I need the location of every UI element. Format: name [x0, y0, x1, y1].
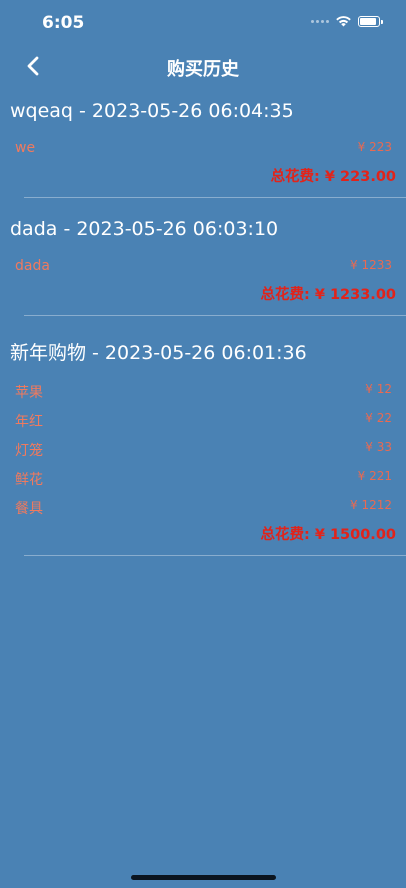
order-item: 鲜花 ¥ 221 — [0, 463, 406, 492]
order-total: 总花费: ¥ 1233.00 — [260, 287, 396, 303]
status-time: 6:05 — [42, 13, 85, 33]
item-name: dada — [15, 258, 50, 274]
status-bar: 6:05 — [0, 0, 406, 44]
order-item: we ¥ 223 — [0, 134, 406, 163]
item-name: we — [15, 140, 36, 156]
item-price: ¥ 22 — [365, 411, 392, 425]
order-total: 总花费: ¥ 223.00 — [270, 169, 396, 185]
divider — [24, 197, 406, 198]
battery-icon — [358, 15, 383, 27]
order-item: 灯笼 ¥ 33 — [0, 434, 406, 463]
order-header: dada - 2023-05-26 06:03:10 — [10, 218, 279, 240]
home-indicator[interactable] — [131, 875, 276, 880]
order-card: wqeaq - 2023-05-26 06:04:35 we ¥ 223 总花费… — [0, 88, 406, 206]
page-title: 购买历史 — [167, 59, 239, 80]
divider — [24, 315, 406, 316]
item-price: ¥ 33 — [365, 440, 392, 454]
purchase-history-list: wqeaq - 2023-05-26 06:04:35 we ¥ 223 总花费… — [0, 88, 406, 556]
order-item: 餐具 ¥ 1212 — [0, 492, 406, 521]
item-price: ¥ 12 — [365, 382, 392, 396]
order-item: dada ¥ 1233 — [0, 252, 406, 281]
item-name: 餐具 — [15, 501, 43, 517]
order-card: 新年购物 - 2023-05-26 06:01:36 苹果 ¥ 12 年红 ¥ … — [0, 330, 406, 556]
cellular-signal-icon — [311, 19, 329, 23]
order-total: 总花费: ¥ 1500.00 — [260, 527, 396, 543]
order-header: wqeaq - 2023-05-26 06:04:35 — [10, 100, 294, 122]
wifi-icon — [336, 16, 351, 27]
divider — [24, 555, 406, 556]
item-name: 鲜花 — [15, 472, 43, 488]
status-icons — [311, 15, 383, 27]
order-card: dada - 2023-05-26 06:03:10 dada ¥ 1233 总… — [0, 206, 406, 330]
order-header: 新年购物 - 2023-05-26 06:01:36 — [10, 342, 307, 364]
navigation-bar: 购买历史 — [0, 44, 406, 88]
item-name: 苹果 — [15, 385, 43, 401]
item-price: ¥ 1233 — [350, 258, 392, 272]
order-item: 苹果 ¥ 12 — [0, 376, 406, 405]
item-name: 灯笼 — [15, 443, 43, 459]
order-item: 年红 ¥ 22 — [0, 405, 406, 434]
item-price: ¥ 223 — [357, 140, 392, 154]
item-price: ¥ 221 — [357, 469, 392, 483]
item-name: 年红 — [15, 414, 43, 430]
item-price: ¥ 1212 — [350, 498, 392, 512]
